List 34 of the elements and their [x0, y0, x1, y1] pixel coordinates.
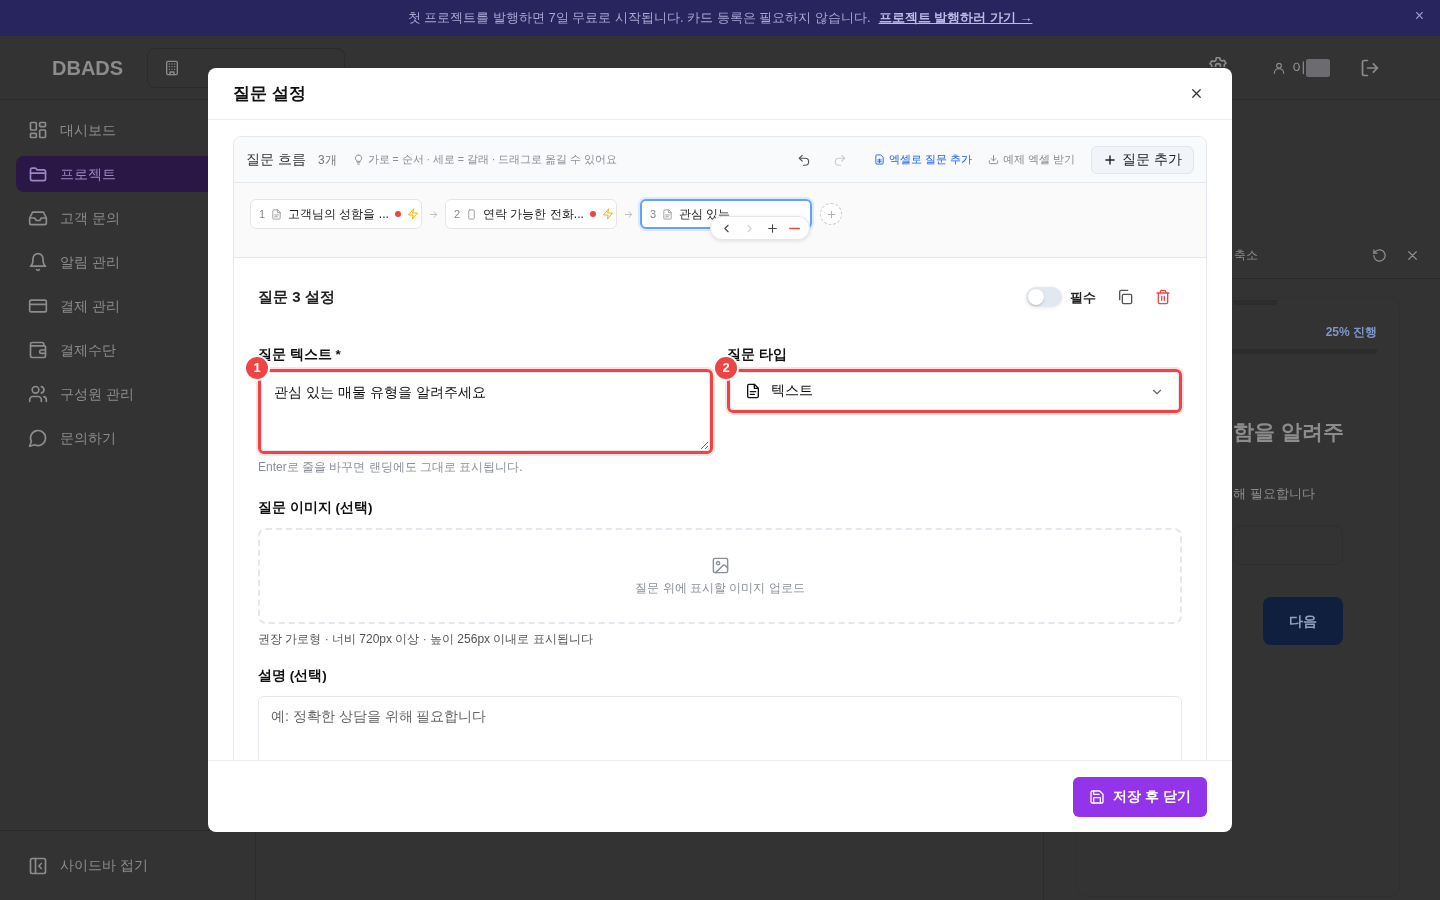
preview-heading: 함을 알려주: [1233, 419, 1345, 445]
flow-hint: 가로 = 순서 · 세로 = 갈래 · 드래그로 옮길 수 있어요: [367, 151, 617, 167]
close-button[interactable]: ×: [1414, 8, 1424, 24]
user-name: 이: [1292, 58, 1306, 77]
banner-text: 첫 프로젝트를 발행하면 7일 무료로 시작됩니다. 카드 등록은 필요하지 않습니다.: [407, 9, 871, 28]
excel-import-link[interactable]: 엑셀로 질문 추가: [873, 151, 972, 168]
zoom-out-label[interactable]: 축소: [1234, 246, 1258, 264]
sidebar-item[interactable]: 문의하기: [16, 420, 256, 456]
question-node[interactable]: 1 고객님의 성함을 ...: [250, 199, 422, 229]
field-label: 설명 (선택): [258, 667, 328, 685]
progress-label: 25% 진행: [1325, 324, 1377, 341]
field-hint: 권장 가로형 · 너비 720px 이상 · 높이 256px 이내로 표시됩니다: [258, 631, 594, 648]
image-upload-area[interactable]: 질문 위에 표시할 이미지 업로드: [258, 528, 1182, 624]
required-label: 필수: [1070, 288, 1096, 307]
field-label: 질문 이미지 (선택): [258, 498, 374, 517]
modal-title: 질문 설정: [233, 82, 306, 105]
logo: DBADS: [52, 55, 125, 81]
question-node[interactable]: 2 연락 가능한 전화...: [445, 199, 617, 229]
settings-title: 질문 3 설정: [258, 287, 335, 307]
field-hint: Enter로 줄을 바꾸면 랜딩에도 그대로 표시됩니다.: [258, 458, 524, 476]
sample-download-link[interactable]: 예제 엑셀 받기: [988, 151, 1076, 168]
question-type-select[interactable]: 텍스트: [730, 371, 1179, 410]
banner-link[interactable]: 프로젝트 발행하러 가기 →: [878, 8, 1033, 28]
description-field[interactable]: 예: 정확한 상담을 위해 필요합니다: [258, 696, 1182, 760]
sidebar-item[interactable]: 알림 관리: [16, 244, 256, 280]
preview-description: 해 필요합니다: [1233, 484, 1316, 503]
collapse-sidebar-button[interactable]: 사이드바 접기: [16, 847, 239, 884]
save-button[interactable]: 저장 후 닫기: [1073, 776, 1207, 817]
next-button[interactable]: 다음: [1263, 597, 1343, 645]
add-question-button[interactable]: 질문 추가: [1091, 145, 1194, 174]
question-count: 3개: [317, 151, 337, 169]
sidebar-item[interactable]: 결제 관리: [16, 288, 256, 324]
question-text-field[interactable]: 관심 있는 매물 유형을 알려주세요: [261, 371, 710, 451]
sidebar-item[interactable]: 대시보드: [16, 112, 256, 148]
